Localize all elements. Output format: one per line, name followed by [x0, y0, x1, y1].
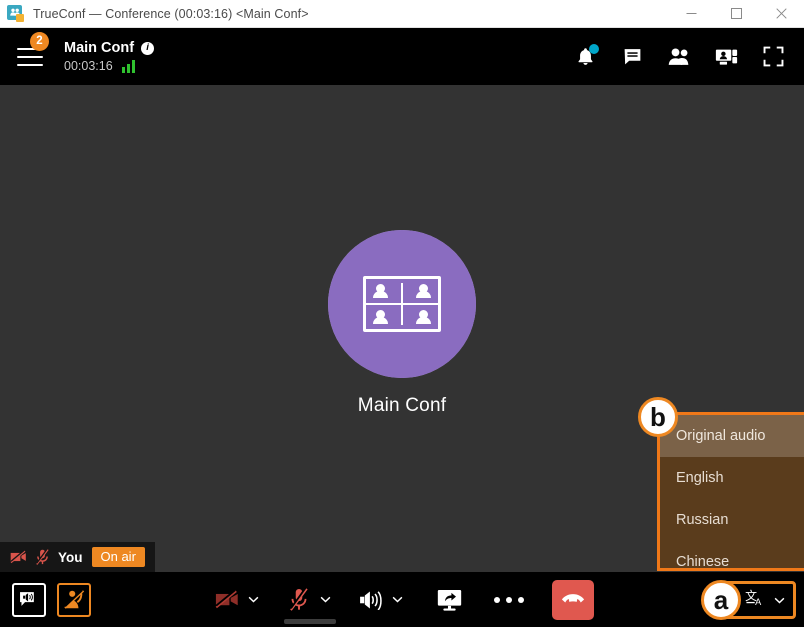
microphone-off-icon: [36, 549, 49, 565]
toolbar-center-group: [0, 579, 804, 624]
phone-hangup-icon: [561, 594, 585, 603]
language-option-chinese[interactable]: Chinese: [660, 541, 804, 583]
translation-language-button[interactable]: a 文 A: [701, 580, 796, 620]
notification-indicator-dot: [589, 43, 599, 54]
camera-off-icon: [10, 550, 26, 564]
main-menu-button[interactable]: 2: [10, 31, 56, 80]
conference-group-avatar: [328, 230, 476, 378]
window-title-text: TrueConf — Conference (00:03:16) <Main C…: [33, 6, 309, 21]
microphone-button[interactable]: [282, 583, 336, 624]
chevron-down-icon: [774, 597, 785, 603]
chat-icon[interactable]: [617, 42, 647, 72]
chevron-down-icon: [248, 596, 258, 603]
conference-name: Main Conf: [64, 40, 135, 56]
window-title-bar: TrueConf — Conference (00:03:16) <Main C…: [0, 0, 804, 28]
notifications-bell-icon[interactable]: [570, 42, 600, 72]
signal-strength-icon: [121, 60, 135, 73]
camera-button[interactable]: [210, 583, 262, 617]
on-air-badge: On air: [91, 547, 145, 567]
conference-header: 2 Main Conf i 00:03:16: [0, 28, 804, 85]
camera-options-chevron[interactable]: [244, 583, 262, 617]
screen-share-button[interactable]: [432, 583, 466, 617]
minimize-button[interactable]: [669, 0, 714, 28]
self-view-status-bar: You On air: [0, 542, 155, 572]
svg-text:A: A: [755, 597, 762, 607]
hang-up-button[interactable]: [552, 579, 594, 620]
fullscreen-icon[interactable]: [758, 42, 788, 72]
screen-share-icon: [437, 589, 461, 611]
trueconf-conference-window: TrueConf — Conference (00:03:16) <Main C…: [0, 0, 804, 627]
camera-off-icon: [215, 590, 238, 609]
ellipsis-icon: [494, 596, 524, 603]
microphone-options-chevron[interactable]: [316, 583, 334, 617]
window-controls: [669, 0, 804, 28]
language-dropdown-menu[interactable]: b Original audio English Russian Chinese: [638, 397, 804, 571]
speaker-icon: [360, 590, 382, 610]
app-icon: [7, 5, 24, 22]
translate-icon: 文 A: [745, 589, 762, 607]
info-icon[interactable]: i: [141, 41, 155, 55]
chevron-down-icon: [392, 596, 402, 603]
speaker-button[interactable]: [354, 583, 406, 617]
conference-avatar-block: Main Conf: [0, 230, 804, 417]
maximize-button[interactable]: [714, 0, 759, 28]
speaker-options-chevron[interactable]: [388, 583, 406, 617]
annotation-badge-b: b: [638, 397, 678, 437]
language-option-original-audio[interactable]: Original audio: [660, 415, 804, 457]
more-options-button[interactable]: [492, 583, 526, 617]
conference-info: Main Conf i 00:03:16: [64, 40, 155, 73]
menu-badge-count: 2: [30, 31, 49, 51]
microphone-level-indicator: [284, 618, 336, 624]
layout-icon[interactable]: [711, 42, 741, 72]
header-action-icons: [570, 42, 788, 72]
language-option-russian[interactable]: Russian: [660, 499, 804, 541]
chevron-down-icon: [320, 596, 330, 603]
self-view-name: You: [58, 549, 83, 565]
language-option-english[interactable]: English: [660, 457, 804, 499]
microphone-off-icon: [290, 588, 308, 611]
close-button[interactable]: [759, 0, 804, 28]
annotation-badge-a: a: [701, 580, 741, 620]
participants-icon[interactable]: [664, 42, 694, 72]
participant-name-label: Main Conf: [357, 395, 447, 416]
conference-timer: 00:03:16: [64, 59, 113, 73]
